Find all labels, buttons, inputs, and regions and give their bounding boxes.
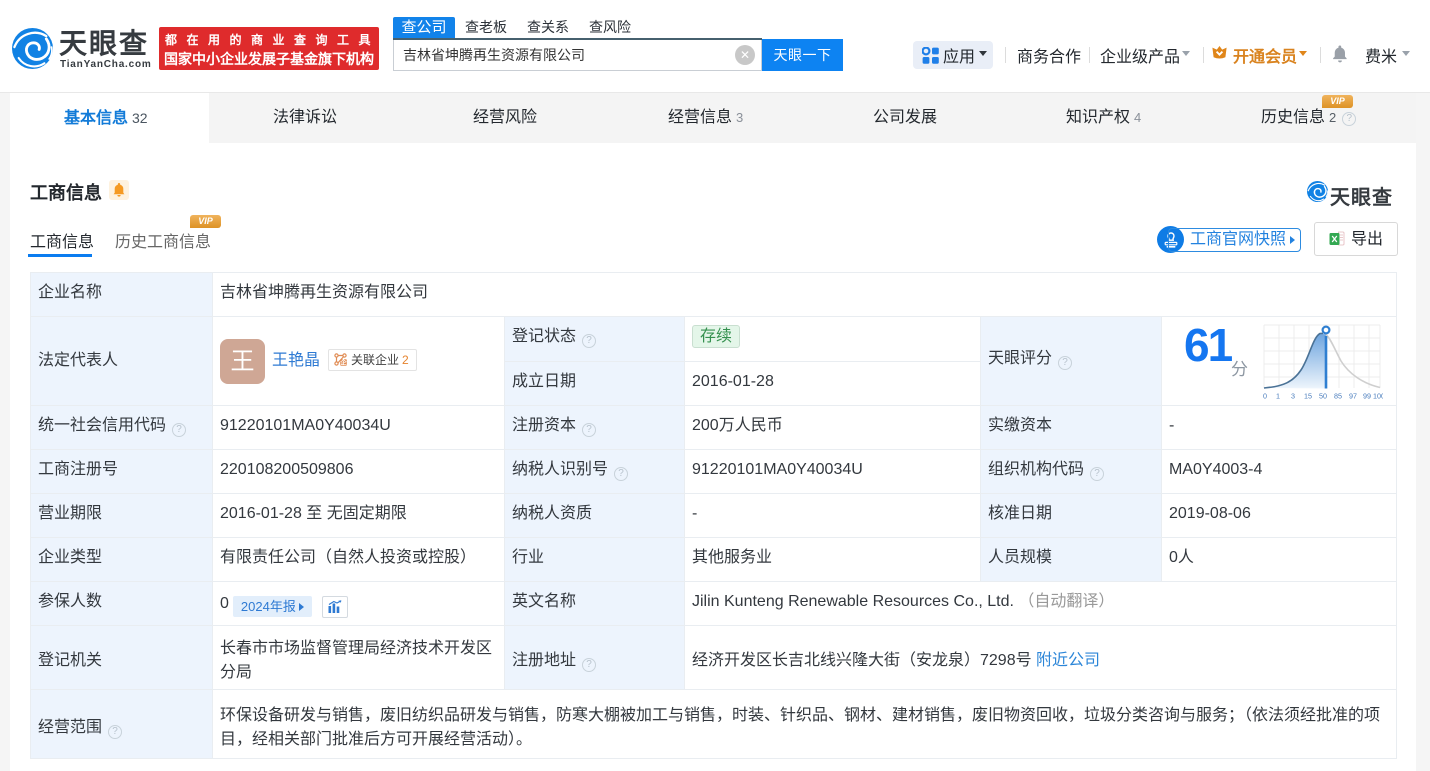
svg-text:企: 企 <box>340 359 348 366</box>
svg-text:100: 100 <box>1373 392 1383 401</box>
svg-text:3: 3 <box>1291 392 1295 401</box>
svg-text:97: 97 <box>1349 392 1357 401</box>
svg-text:15: 15 <box>1304 392 1312 401</box>
svg-text:0: 0 <box>1263 392 1267 401</box>
svg-text:1: 1 <box>1276 392 1280 401</box>
svg-text:50: 50 <box>1319 392 1327 401</box>
svg-text:99: 99 <box>1363 392 1371 401</box>
svg-text:85: 85 <box>1334 392 1342 401</box>
